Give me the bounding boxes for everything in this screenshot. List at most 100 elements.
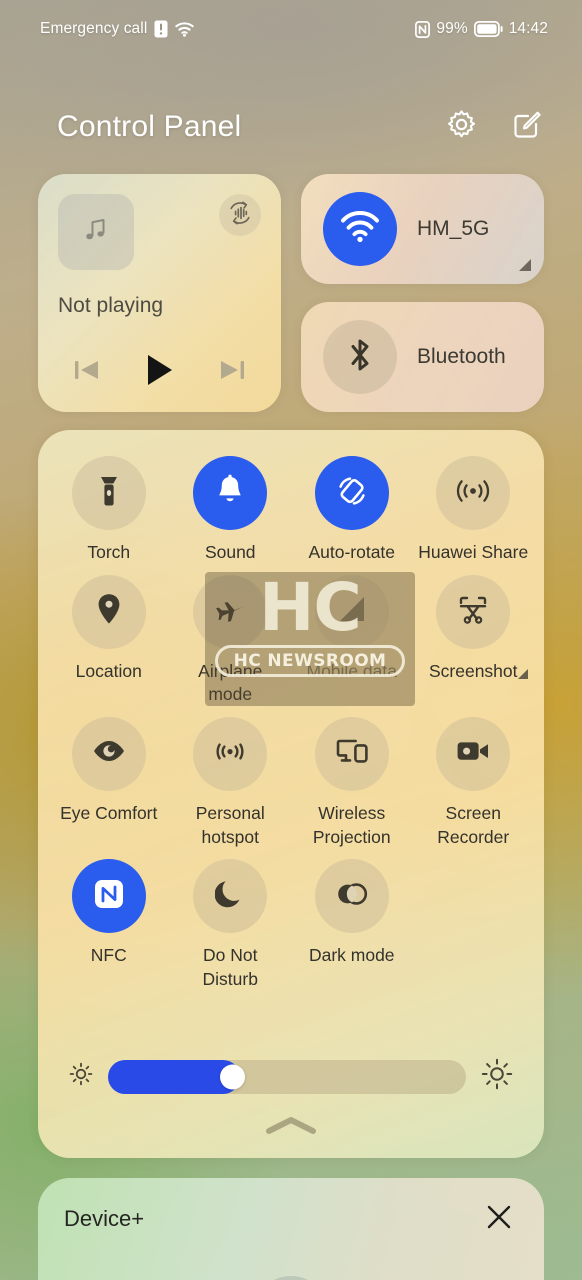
brightness-knob[interactable] [220, 1064, 246, 1089]
audio-output-button[interactable] [219, 194, 261, 236]
toggle-sound[interactable]: Sound [170, 452, 292, 565]
sound-icon-circle[interactable] [193, 456, 268, 530]
battery-percent-label: 99% [436, 20, 468, 37]
music-note-icon [81, 215, 111, 250]
toggle-dark-mode[interactable]: Dark mode [291, 855, 413, 991]
toggle-screenshot[interactable]: Screenshot [413, 571, 535, 707]
page-title: Control Panel [57, 110, 242, 143]
next-button[interactable] [217, 356, 247, 389]
do-not-disturb-icon-circle[interactable] [193, 859, 268, 934]
toggle-label: Mobile data [306, 660, 397, 681]
toggle-huawei-share[interactable]: Huawei Share [413, 452, 535, 565]
collapse-handle[interactable] [265, 1115, 317, 1140]
hotspot-icon [213, 736, 247, 771]
quick-toggles-grid: Torch Sound Auto-rotate Huawei Share Loc… [48, 452, 534, 991]
video-camera-icon [455, 738, 491, 769]
location-icon-circle[interactable] [71, 574, 146, 649]
airplane-icon-circle[interactable] [193, 574, 268, 649]
nfc-icon-circle[interactable] [71, 859, 146, 934]
wireless-projection-icon-circle[interactable] [314, 716, 389, 791]
wifi-network-label: HM_5G [417, 217, 490, 240]
brightness-high-icon [480, 1057, 514, 1096]
wifi-expand-indicator[interactable] [519, 259, 531, 271]
mobile-data-icon [337, 593, 367, 630]
toggle-label: Screen Recorder [437, 802, 510, 847]
bluetooth-label: Bluetooth [417, 345, 506, 368]
play-button[interactable] [144, 353, 176, 392]
wifi-icon [340, 210, 380, 248]
hotspot-icon-circle[interactable] [193, 716, 268, 791]
brightness-low-icon [68, 1061, 94, 1092]
media-status-label: Not playing [58, 294, 164, 317]
screen-recorder-icon-circle[interactable] [436, 716, 511, 791]
location-pin-icon [95, 592, 123, 631]
huawei-share-icon [455, 476, 491, 511]
screenshot-expand-indicator[interactable] [518, 668, 528, 679]
wifi-icon [175, 21, 195, 37]
nfc-icon [92, 877, 126, 916]
toggle-screen-recorder[interactable]: Screen Recorder [413, 713, 535, 849]
cast-screen-icon [334, 736, 370, 771]
eye-icon [91, 738, 127, 769]
toggle-label: Screenshot [428, 660, 518, 681]
brightness-row [68, 1057, 514, 1096]
toggle-label: Do Not Disturb [202, 945, 258, 989]
dark-mode-icon-circle[interactable] [314, 859, 389, 934]
moon-icon [214, 878, 245, 915]
play-icon [144, 353, 176, 392]
device-plus-card: Device+ [38, 1178, 544, 1280]
toggle-label: Auto-rotate [308, 542, 396, 562]
toggle-auto-rotate[interactable]: Auto-rotate [291, 452, 413, 565]
toggle-do-not-disturb[interactable]: Do Not Disturb [170, 855, 292, 991]
audio-output-icon [226, 199, 254, 232]
toggle-label: Airplane mode [198, 660, 263, 705]
top-cards-row: Not playing HM_5G Bluetooth [38, 174, 544, 412]
previous-button[interactable] [72, 356, 102, 389]
status-bar-left: Emergency call [40, 20, 195, 38]
toggle-label: Eye Comfort [60, 802, 158, 823]
album-art-placeholder [58, 194, 134, 270]
media-controls [58, 353, 261, 392]
device-plus-close-button[interactable] [482, 1202, 516, 1236]
chevron-up-icon [265, 1117, 317, 1139]
bluetooth-toggle-icon-circle[interactable] [323, 320, 397, 394]
device-plus-title: Device+ [64, 1206, 145, 1231]
device-list-item[interactable] [253, 1276, 329, 1280]
screenshot-icon [456, 593, 490, 630]
wifi-card[interactable]: HM_5G [301, 174, 544, 284]
brightness-slider[interactable] [108, 1059, 466, 1094]
toggle-mobile-data[interactable]: Mobile data [291, 571, 413, 707]
flashlight-icon [94, 474, 124, 513]
airplane-icon [213, 593, 247, 630]
status-bar-right: 99% 14:42 [415, 20, 548, 38]
toggle-eye-comfort[interactable]: Eye Comfort [48, 713, 170, 849]
toggle-wireless-projection[interactable]: Wireless Projection [291, 713, 413, 849]
mobile-data-icon-circle[interactable] [314, 574, 389, 649]
eye-comfort-icon-circle[interactable] [71, 716, 146, 791]
toggle-label: Huawei Share [418, 542, 529, 562]
toggle-label: Location [75, 660, 142, 681]
auto-rotate-icon-circle[interactable] [314, 456, 389, 530]
torch-icon-circle[interactable] [71, 456, 146, 530]
toggle-airplane-mode[interactable]: Airplane mode [170, 571, 292, 707]
device-plus-header: Device+ [64, 1202, 516, 1236]
header-actions [442, 108, 546, 146]
toggle-label: Wireless Projection [312, 802, 391, 847]
edit-square-icon [511, 108, 544, 146]
status-bar: Emergency call 99% 14:42 [0, 0, 582, 58]
toggle-torch[interactable]: Torch [48, 452, 170, 565]
media-player-card[interactable]: Not playing [38, 174, 281, 412]
toggle-personal-hotspot[interactable]: Personal hotspot [170, 713, 292, 849]
toggle-location[interactable]: Location [48, 571, 170, 707]
toggle-label: Sound [204, 542, 256, 562]
edit-button[interactable] [508, 108, 546, 146]
wifi-toggle-icon-circle[interactable] [323, 192, 397, 266]
settings-button[interactable] [442, 108, 480, 146]
screenshot-icon-circle[interactable] [436, 574, 511, 649]
gear-icon [445, 108, 478, 146]
toggle-nfc[interactable]: NFC [48, 855, 170, 991]
huawei-share-icon-circle[interactable] [436, 456, 511, 530]
bluetooth-card[interactable]: Bluetooth [301, 302, 544, 412]
carrier-label: Emergency call [40, 20, 148, 37]
battery-full-icon [473, 21, 503, 37]
